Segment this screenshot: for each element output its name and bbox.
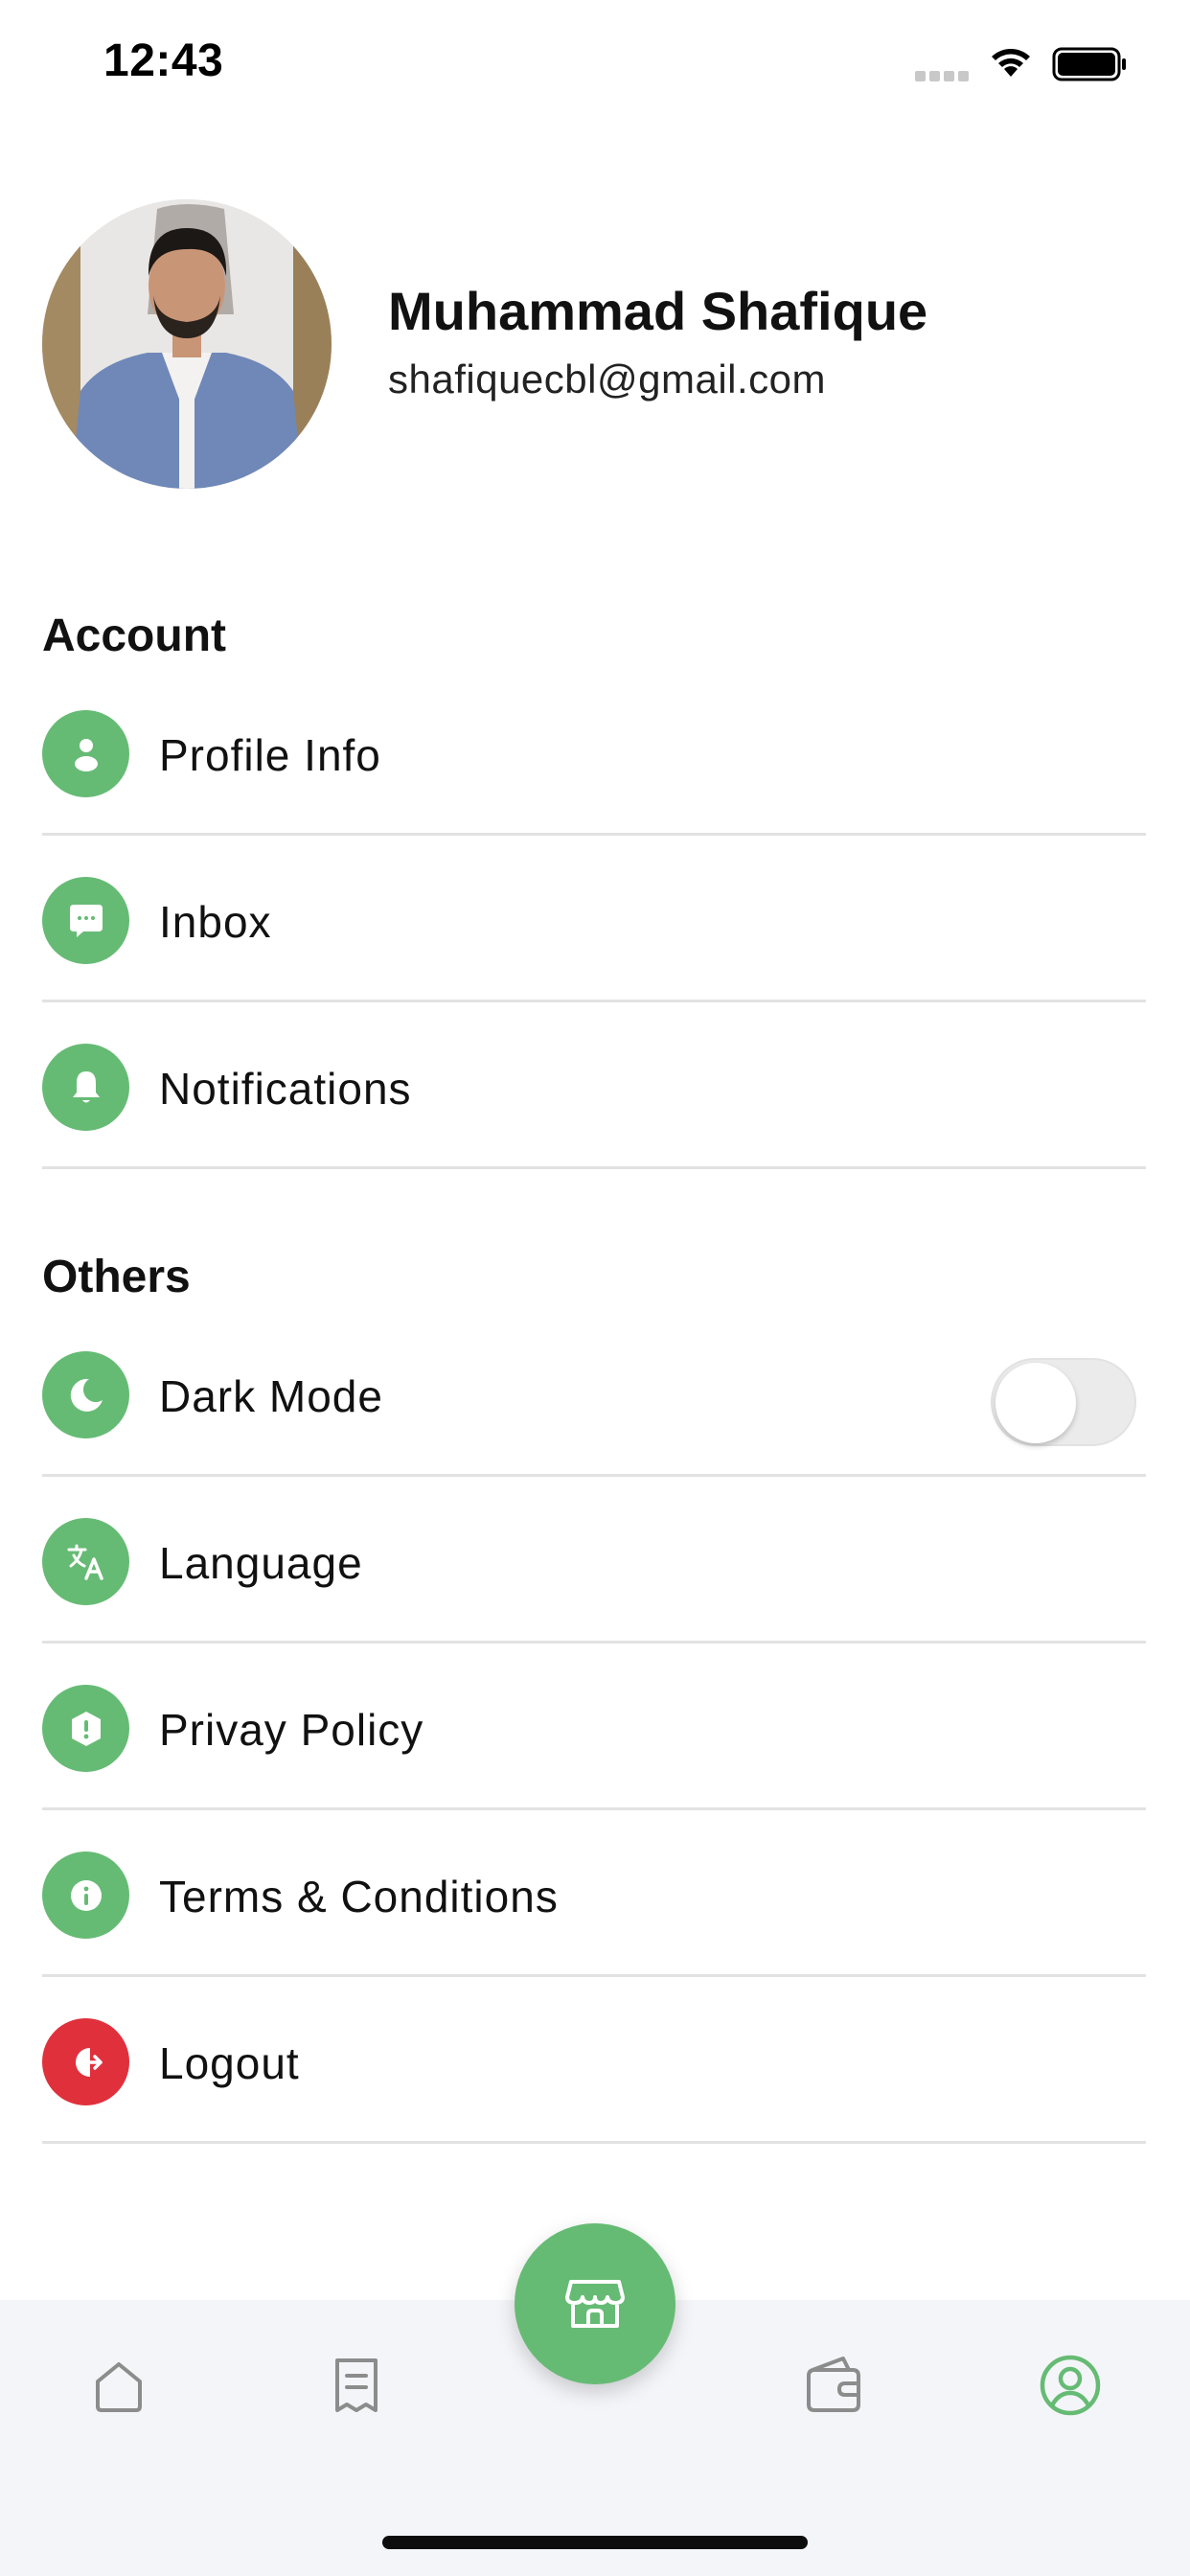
cellular-signal-icon <box>915 71 971 82</box>
receipt-icon <box>335 2358 378 2412</box>
profile-name: Muhammad Shafique <box>388 281 928 341</box>
nav-wallet[interactable] <box>790 2342 877 2428</box>
wallet-icon <box>807 2357 860 2412</box>
menu-item-terms-conditions[interactable]: Terms & Conditions <box>42 1810 1146 1977</box>
battery-icon <box>1052 46 1129 82</box>
moon-icon <box>42 1351 129 1438</box>
menu-item-profile-info[interactable]: Profile Info <box>42 669 1146 836</box>
home-indicator <box>382 2536 808 2549</box>
menu-label: Notifications <box>159 1064 412 1114</box>
menu-item-language[interactable]: Language <box>42 1477 1146 1644</box>
nav-home[interactable] <box>76 2342 162 2428</box>
section-title-others: Others <box>42 1252 191 1302</box>
status-bar: 12:43 <box>0 0 1190 126</box>
status-time: 12:43 <box>103 35 224 86</box>
translate-icon <box>42 1518 129 1605</box>
store-icon <box>565 2280 625 2328</box>
menu-label: Inbox <box>159 897 272 947</box>
toggle-knob <box>995 1363 1076 1443</box>
shield-alert-icon <box>42 1685 129 1772</box>
logout-icon <box>42 2018 129 2105</box>
profile-header: Muhammad Shafique shafiquecbl@gmail.com <box>0 192 1190 498</box>
menu-item-notifications[interactable]: Notifications <box>42 1002 1146 1169</box>
info-icon <box>42 1852 129 1939</box>
chat-icon <box>42 877 129 964</box>
menu-item-privacy-policy[interactable]: Privay Policy <box>42 1644 1146 1810</box>
dark-mode-toggle[interactable] <box>991 1358 1136 1446</box>
section-title-account: Account <box>42 610 226 661</box>
menu-item-inbox[interactable]: Inbox <box>42 836 1146 1002</box>
nav-profile[interactable] <box>1027 2342 1113 2428</box>
menu-label: Logout <box>159 2038 300 2088</box>
nav-orders[interactable] <box>313 2342 400 2428</box>
menu-label: Language <box>159 1538 363 1588</box>
profile-email: shafiquecbl@gmail.com <box>388 356 826 402</box>
wifi-icon <box>987 42 1035 80</box>
user-icon <box>42 710 129 797</box>
home-icon <box>96 2362 142 2412</box>
menu-item-logout[interactable]: Logout <box>42 1977 1146 2144</box>
store-button[interactable] <box>515 2223 675 2384</box>
avatar[interactable] <box>42 199 332 489</box>
menu-label: Profile Info <box>159 730 381 780</box>
menu-label: Privay Policy <box>159 1705 424 1755</box>
menu-item-dark-mode[interactable]: Dark Mode <box>42 1310 1146 1477</box>
bell-icon <box>42 1044 129 1131</box>
profile-icon <box>1040 2355 1101 2416</box>
menu-label: Terms & Conditions <box>159 1872 559 1921</box>
menu-label: Dark Mode <box>159 1371 383 1421</box>
